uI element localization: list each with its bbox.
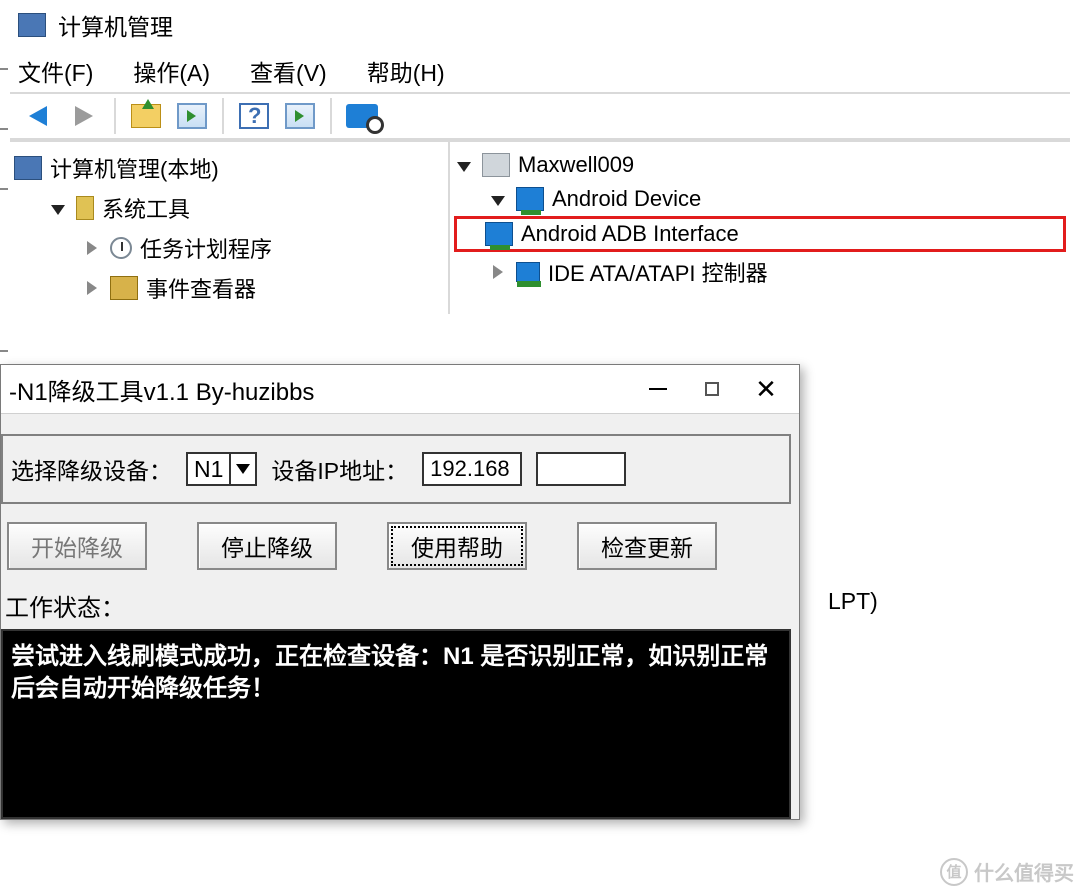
up-folder-button[interactable] [126, 98, 166, 134]
start-downgrade-button[interactable]: 开始降级 [7, 522, 147, 570]
tree-label: Maxwell009 [518, 152, 634, 178]
close-icon: ✕ [755, 374, 777, 405]
tree-label: 计算机管理(本地) [50, 152, 219, 184]
tree-label: Android ADB Interface [521, 221, 739, 247]
right-tree-pane: Maxwell009 Android Device Android ADB In… [450, 142, 1070, 314]
device-ide-category[interactable]: IDE ATA/ATAPI 控制器 [454, 252, 1066, 292]
toolbar-separator [114, 98, 116, 134]
chevron-right-icon[interactable] [488, 265, 508, 279]
tree-label: 事件查看器 [146, 272, 256, 304]
maximize-button[interactable] [685, 371, 739, 407]
event-viewer-icon [110, 276, 138, 300]
device-root[interactable]: Maxwell009 [454, 148, 1066, 182]
watermark-text: 什么值得买 [974, 857, 1074, 886]
tree-label: 系统工具 [102, 192, 190, 224]
view-button[interactable] [280, 98, 320, 134]
properties-button[interactable] [172, 98, 212, 134]
menu-action[interactable]: 操作(A) [133, 54, 210, 88]
chevron-down-icon[interactable] [454, 160, 474, 170]
stop-downgrade-button[interactable]: 停止降级 [197, 522, 337, 570]
chevron-down-icon[interactable] [488, 194, 508, 204]
left-tree-pane: 计算机管理(本地) 系统工具 任务计划程序 事件查看器 [10, 142, 450, 314]
dialog-title-bar[interactable]: -N1降级工具v1.1 By-huzibbs ✕ [1, 365, 799, 414]
device-selection-frame: 选择降级设备： N1 设备IP地址： 192.168 [1, 434, 791, 504]
tree-label: 任务计划程序 [140, 232, 272, 264]
chevron-down-icon[interactable] [48, 203, 68, 213]
watermark: 值 什么值得买 [940, 857, 1074, 886]
menu-bar: 文件(F) 操作(A) 查看(V) 帮助(H) [10, 46, 1070, 92]
help-button[interactable] [234, 98, 274, 134]
computer-icon [18, 13, 46, 37]
help-icon [239, 103, 269, 129]
toolbar-separator [330, 98, 332, 134]
device-adb-interface[interactable]: Android ADB Interface [454, 216, 1066, 252]
usage-help-button[interactable]: 使用帮助 [387, 522, 527, 570]
device-android-category[interactable]: Android Device [454, 182, 1066, 216]
clock-icon [110, 237, 132, 259]
close-button[interactable]: ✕ [739, 371, 793, 407]
downgrade-tool-dialog: -N1降级工具v1.1 By-huzibbs ✕ 选择降级设备： N1 设备IP… [0, 364, 800, 820]
pane-icon [177, 103, 207, 129]
tree-task-scheduler[interactable]: 任务计划程序 [14, 228, 444, 268]
scan-button[interactable] [342, 98, 382, 134]
maximize-icon [705, 382, 719, 396]
window-title: 计算机管理 [58, 8, 173, 42]
toolbar [10, 92, 1070, 140]
window-title-bar: 计算机管理 [10, 0, 1070, 46]
device-select[interactable]: N1 [186, 452, 257, 486]
monitor-chip-icon [485, 222, 513, 246]
dropdown-arrow-icon [229, 454, 255, 484]
ruler-tick [0, 188, 8, 190]
minimize-icon [649, 388, 667, 390]
tree-system-tools[interactable]: 系统工具 [14, 188, 444, 228]
pc-icon [482, 153, 510, 177]
nav-forward-button[interactable] [64, 98, 104, 134]
device-select-value: N1 [188, 456, 229, 483]
folder-up-icon [131, 104, 161, 128]
ip-input-part1[interactable]: 192.168 [422, 452, 522, 486]
monitor-search-icon [346, 104, 378, 128]
toolbar-separator [222, 98, 224, 134]
ip-input-value: 192.168 [430, 456, 510, 482]
status-console: 尝试进入线刷模式成功，正在检查设备：N1 是否识别正常，如识别正常后会自动开始降… [1, 629, 791, 819]
menu-view[interactable]: 查看(V) [250, 54, 327, 88]
ruler-tick [0, 350, 8, 352]
chevron-right-icon[interactable] [82, 241, 102, 255]
ruler-tick [0, 128, 8, 130]
arrow-right-icon [75, 106, 93, 126]
console-text: 尝试进入线刷模式成功，正在检查设备：N1 是否识别正常，如识别正常后会自动开始降… [11, 643, 768, 702]
menu-file[interactable]: 文件(F) [18, 54, 93, 88]
tree-label: Android Device [552, 186, 701, 212]
computer-icon [14, 156, 42, 180]
select-device-label: 选择降级设备： [11, 452, 172, 486]
ip-label: 设备IP地址： [271, 452, 408, 486]
dialog-title: -N1降级工具v1.1 By-huzibbs [9, 372, 631, 407]
status-label: 工作状态： [1, 584, 799, 629]
watermark-badge-icon: 值 [940, 858, 968, 886]
button-row: 开始降级 停止降级 使用帮助 检查更新 [1, 522, 799, 584]
split-panes: 计算机管理(本地) 系统工具 任务计划程序 事件查看器 [10, 140, 1070, 314]
tree-root-local[interactable]: 计算机管理(本地) [14, 148, 444, 188]
check-update-button[interactable]: 检查更新 [577, 522, 717, 570]
tree-event-viewer[interactable]: 事件查看器 [14, 268, 444, 308]
monitor-chip-icon [516, 187, 544, 211]
ide-controller-icon [516, 262, 540, 282]
tree-label: IDE ATA/ATAPI 控制器 [548, 256, 768, 288]
arrow-left-icon [29, 106, 47, 126]
dialog-body: 选择降级设备： N1 设备IP地址： 192.168 开始降级 停止降级 使用帮… [1, 414, 799, 819]
pane-run-icon [285, 103, 315, 129]
tools-icon [76, 196, 94, 220]
nav-back-button[interactable] [18, 98, 58, 134]
minimize-button[interactable] [631, 371, 685, 407]
menu-help[interactable]: 帮助(H) [367, 54, 445, 88]
computer-management-window: 计算机管理 文件(F) 操作(A) 查看(V) 帮助(H) 计算机管理(本地) [10, 0, 1070, 314]
device-ports-partial: LPT) [828, 588, 878, 615]
ip-input-part2[interactable] [536, 452, 626, 486]
chevron-right-icon[interactable] [82, 281, 102, 295]
ruler-tick [0, 68, 8, 70]
